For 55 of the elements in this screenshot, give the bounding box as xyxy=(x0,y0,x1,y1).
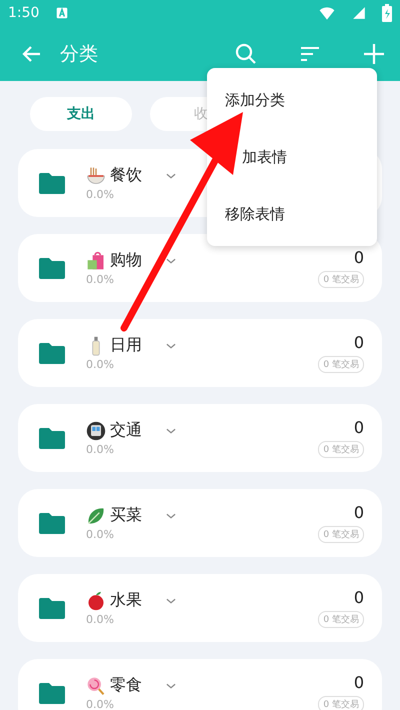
category-amount: 0 xyxy=(354,673,364,692)
transaction-count: 0 笔交易 xyxy=(318,441,364,458)
category-amount: 0 xyxy=(354,503,364,522)
folder-icon xyxy=(38,171,66,195)
category-name: 日用 xyxy=(110,335,142,356)
category-amount: 0 xyxy=(354,333,364,352)
category-card[interactable]: 购物 0.0% 0 0 笔交易 xyxy=(18,234,382,302)
category-card[interactable]: 买菜 0.0% 0 0 笔交易 xyxy=(18,489,382,557)
category-amount: 0 xyxy=(354,588,364,607)
category-percent: 0.0% xyxy=(86,273,115,286)
category-name: 水果 xyxy=(110,590,142,611)
transaction-count: 0 笔交易 xyxy=(318,696,364,710)
category-percent: 0.0% xyxy=(86,188,115,201)
category-card[interactable]: 日用 0.0% 0 0 笔交易 xyxy=(18,319,382,387)
category-name: 买菜 xyxy=(110,505,142,526)
noodle-bowl-icon xyxy=(86,166,106,186)
leaf-icon xyxy=(86,506,106,526)
category-card[interactable]: 零食 0.0% 0 0 笔交易 xyxy=(18,659,382,710)
category-card[interactable]: 水果 0.0% 0 0 笔交易 xyxy=(18,574,382,642)
category-name: 购物 xyxy=(110,250,142,271)
folder-icon xyxy=(38,511,66,535)
category-percent: 0.0% xyxy=(86,528,115,541)
category-percent: 0.0% xyxy=(86,443,115,456)
apple-icon xyxy=(86,590,106,610)
type-tab[interactable]: 支出 xyxy=(30,97,132,131)
category-amount: 0 xyxy=(354,418,364,437)
wifi-icon xyxy=(318,5,336,21)
transaction-count: 0 笔交易 xyxy=(318,526,364,543)
shopping-bag-icon xyxy=(86,250,106,270)
signal-icon xyxy=(352,6,366,20)
add-icon[interactable] xyxy=(362,42,386,66)
menu-item[interactable]: 加表情 xyxy=(242,148,287,167)
lollipop-icon xyxy=(86,676,106,696)
category-percent: 0.0% xyxy=(86,358,115,371)
status-time: 1:50 xyxy=(8,5,40,21)
folder-icon xyxy=(38,596,66,620)
category-percent: 0.0% xyxy=(86,613,115,626)
category-card[interactable]: 交通 0.0% 0 0 笔交易 xyxy=(18,404,382,472)
folder-icon xyxy=(38,681,66,705)
page-title: 分类 xyxy=(60,42,99,66)
transaction-count: 0 笔交易 xyxy=(318,356,364,373)
folder-icon xyxy=(38,341,66,365)
train-icon xyxy=(86,420,106,440)
category-name: 交通 xyxy=(110,420,142,441)
category-name: 餐饮 xyxy=(110,165,142,186)
category-percent: 0.0% xyxy=(86,698,115,710)
search-icon[interactable] xyxy=(234,42,258,66)
category-name: 零食 xyxy=(110,675,142,696)
notification-icon xyxy=(55,6,70,20)
battery-icon xyxy=(382,4,392,22)
transaction-count: 0 笔交易 xyxy=(318,271,364,288)
folder-icon xyxy=(38,256,66,280)
transaction-count: 0 笔交易 xyxy=(318,611,364,628)
category-amount: 0 xyxy=(354,248,364,267)
folder-icon xyxy=(38,426,66,450)
